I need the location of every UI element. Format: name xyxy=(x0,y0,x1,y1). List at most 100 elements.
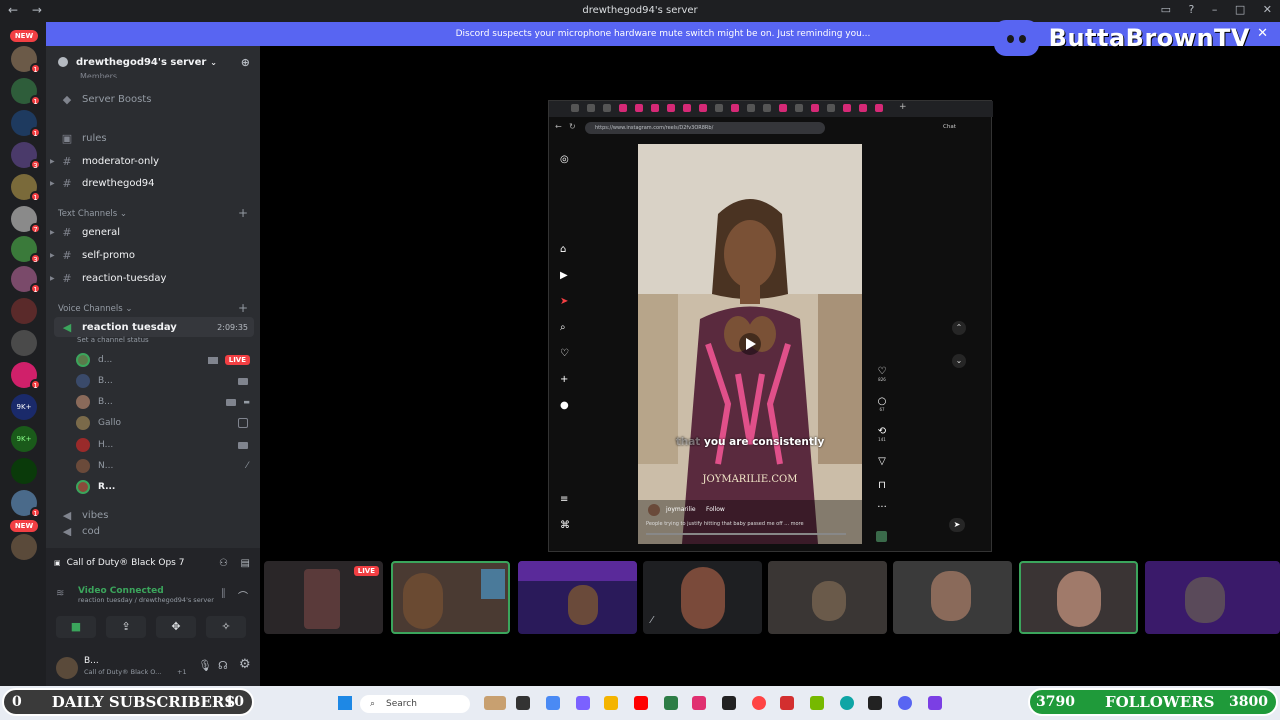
browser-tab[interactable] xyxy=(587,104,595,112)
screen-share-button[interactable]: ⇪ xyxy=(106,616,146,638)
browser-tab[interactable] xyxy=(635,104,643,112)
reels-icon[interactable]: ▶ xyxy=(560,270,568,281)
audio-thumb[interactable] xyxy=(876,531,887,542)
teams-icon[interactable] xyxy=(576,696,590,710)
voice-channel-reaction-tuesday[interactable]: ◀ reaction tuesday 2:09:35 xyxy=(54,317,254,337)
app-icon[interactable] xyxy=(928,696,942,710)
voice-user[interactable]: B... xyxy=(76,371,254,391)
server-icon[interactable]: 7 xyxy=(11,206,41,234)
voice-channels-category[interactable]: Voice Channels ⌄ + xyxy=(58,301,248,315)
app-icon[interactable] xyxy=(722,696,736,710)
text-channels-category[interactable]: Text Channels ⌄ + xyxy=(58,206,248,220)
server-icon[interactable]: 1 xyxy=(11,490,41,518)
connection-sub[interactable]: reaction tuesday / drewthegod94's server xyxy=(78,596,254,604)
voice-user[interactable]: d... LIVE xyxy=(76,350,254,370)
save-icon[interactable]: ⊓ xyxy=(875,480,889,491)
server-icon[interactable] xyxy=(11,330,37,356)
previous-reel-icon[interactable]: ⌃ xyxy=(952,321,966,335)
edge-icon[interactable] xyxy=(840,696,854,710)
channel-reaction-tuesday[interactable]: ▶ # reaction-tuesday xyxy=(50,268,254,288)
server-icon[interactable]: 1 xyxy=(11,266,41,294)
browser-tab[interactable] xyxy=(811,104,819,112)
channel-self-promo[interactable]: ▶ # self-promo xyxy=(50,245,254,265)
voice-user[interactable]: B... ▬ xyxy=(76,392,254,412)
close-icon[interactable]: ✕ xyxy=(1263,3,1272,16)
browser-tab[interactable] xyxy=(683,104,691,112)
channel-vibes[interactable]: ◀ vibes xyxy=(54,505,254,525)
menu-icon[interactable]: ≡ xyxy=(560,494,568,505)
copilot-icon[interactable] xyxy=(546,696,560,710)
participant-tile[interactable] xyxy=(1145,561,1280,634)
channel-moderator-only[interactable]: ▶ # moderator-only xyxy=(50,151,254,171)
heart-icon[interactable]: ♡ xyxy=(560,348,569,359)
browser-tab[interactable] xyxy=(763,104,771,112)
poster-name[interactable]: joymarilie xyxy=(666,506,696,513)
profile-icon[interactable]: ● xyxy=(560,400,569,411)
discord-icon[interactable] xyxy=(898,696,912,710)
browser-tab[interactable] xyxy=(827,104,835,112)
app-icon[interactable] xyxy=(868,696,882,710)
like-button[interactable]: ♡ 826 xyxy=(875,366,889,382)
microphone-icon[interactable]: 🎙 xyxy=(198,659,212,672)
app-icon[interactable] xyxy=(664,696,678,710)
browser-tab[interactable] xyxy=(603,104,611,112)
messages-icon[interactable]: ➤ xyxy=(560,296,568,307)
server-icon[interactable]: 1 xyxy=(11,174,41,202)
server-header[interactable]: drewthegod94's server ⌄ ⊕ xyxy=(46,46,260,78)
participant-tile[interactable] xyxy=(893,561,1012,634)
activity-bar[interactable]: ▣ Call of Duty® Black Ops 7 ⚇ ▤ xyxy=(54,554,254,572)
server-icon[interactable] xyxy=(11,534,37,560)
follow-button[interactable]: Follow xyxy=(706,506,725,513)
more-icon[interactable]: ··· xyxy=(875,502,889,513)
taskbar-search[interactable]: ⌕ Search xyxy=(360,695,470,713)
soundboard-button[interactable]: ✧ xyxy=(206,616,246,638)
browser-tab[interactable] xyxy=(667,104,675,112)
server-icon[interactable]: 1 xyxy=(11,46,41,74)
browser-tab[interactable] xyxy=(795,104,803,112)
youtube-icon[interactable] xyxy=(634,696,648,710)
server-icon[interactable]: 1 xyxy=(11,78,41,106)
poster-avatar[interactable] xyxy=(648,504,660,516)
app-icon[interactable] xyxy=(752,696,766,710)
instagram-logo-icon[interactable]: ◎ xyxy=(560,154,569,165)
add-channel-icon[interactable]: + xyxy=(238,206,248,220)
disconnect-icon[interactable]: ⌒ xyxy=(238,588,248,603)
browser-tab[interactable] xyxy=(843,104,851,112)
channel-drewthegod94[interactable]: ▶ # drewthegod94 xyxy=(50,173,254,193)
search-icon[interactable]: ⌕ xyxy=(560,322,566,333)
server-icon[interactable]: 1 xyxy=(11,362,41,390)
nvidia-icon[interactable] xyxy=(810,696,824,710)
voice-user[interactable]: N... ⁄ xyxy=(76,456,254,476)
file-explorer-icon[interactable] xyxy=(604,696,618,710)
reel-video[interactable]: that you are consistently JOYMARILIE.COM… xyxy=(638,144,862,544)
server-icon[interactable]: 3 xyxy=(11,236,41,264)
share-icon[interactable]: ▽ xyxy=(875,456,889,467)
browser-tab[interactable] xyxy=(875,104,883,112)
voice-user[interactable]: R... xyxy=(76,477,254,497)
server-icon[interactable] xyxy=(11,298,37,324)
channel-general[interactable]: ▶ # general xyxy=(50,222,254,242)
reload-icon[interactable]: ↻ xyxy=(569,122,576,131)
repost-button[interactable]: ⟲ 141 xyxy=(875,426,889,442)
browser-tab[interactable] xyxy=(651,104,659,112)
server-icon[interactable]: 9K+ xyxy=(11,426,37,452)
participant-tile[interactable] xyxy=(1019,561,1138,634)
noise-suppression-icon[interactable]: ∥ xyxy=(221,588,226,599)
channel-cod[interactable]: ◀ cod xyxy=(54,526,254,536)
widgets-icon[interactable] xyxy=(484,696,506,710)
browser-tab[interactable] xyxy=(747,104,755,112)
browser-tab[interactable] xyxy=(731,104,739,112)
invite-icon[interactable]: ⊕ xyxy=(241,56,250,69)
chat-button[interactable]: Chat xyxy=(943,124,956,130)
server-icon[interactable]: 9K+ xyxy=(11,394,37,420)
channel-status[interactable]: Set a channel status xyxy=(77,336,149,344)
voice-user[interactable]: H... xyxy=(76,435,254,455)
comment-button[interactable]: ○ 67 xyxy=(875,396,889,412)
next-reel-icon[interactable]: ⌄ xyxy=(952,354,966,368)
server-boosts[interactable]: ◆ Server Boosts xyxy=(54,89,254,109)
threads-icon[interactable]: ⌘ xyxy=(560,520,570,531)
participant-tile[interactable]: LIVE xyxy=(264,561,383,634)
messages-float-icon[interactable]: ➤ xyxy=(949,518,965,532)
app-icon[interactable] xyxy=(780,696,794,710)
overlay-icon[interactable]: ▤ xyxy=(241,558,250,569)
